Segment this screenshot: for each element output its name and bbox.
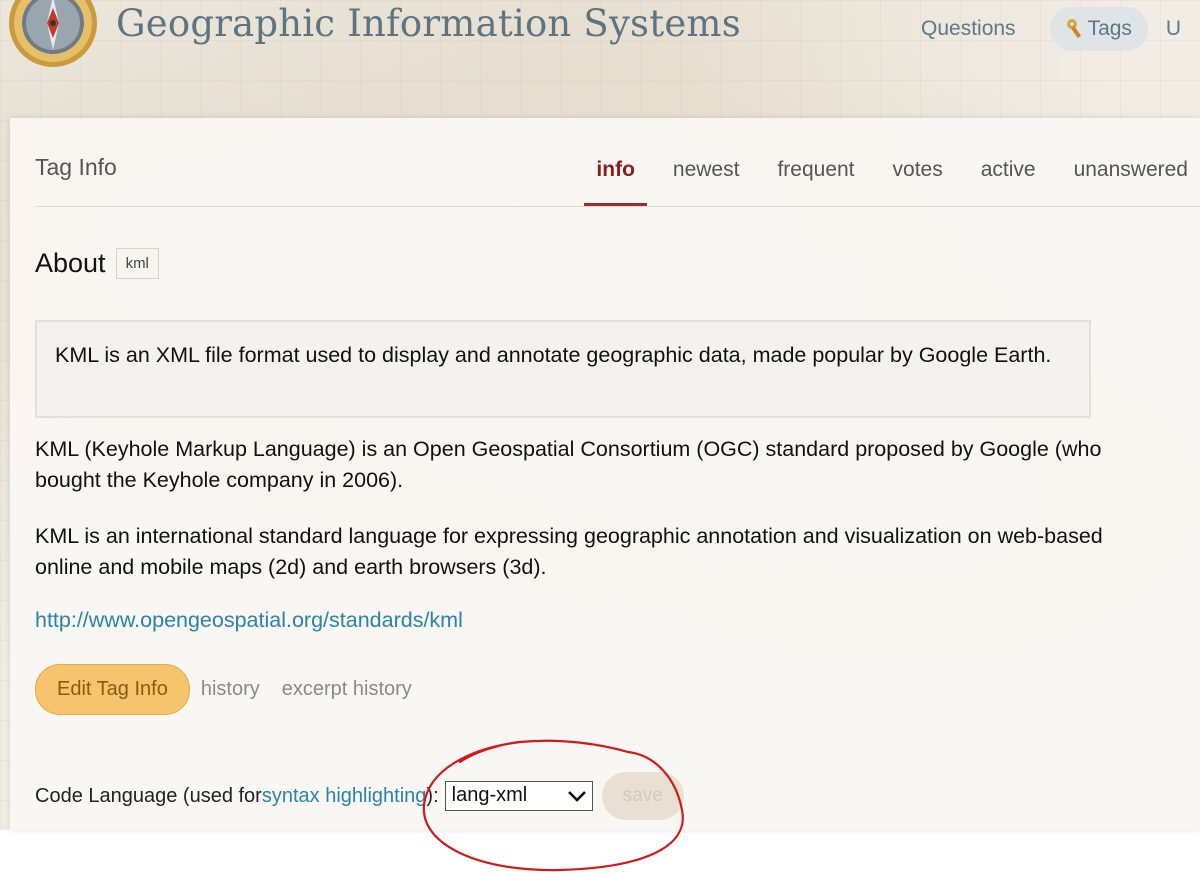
code-language-select[interactable]: lang-xml bbox=[444, 781, 593, 811]
tag-tabs: info newest frequent votes active unansw… bbox=[570, 150, 1200, 206]
page-title: Tag Info bbox=[35, 154, 117, 180]
tag-actions: Edit Tag Info history excerpt history bbox=[35, 664, 412, 715]
kml-standard-link[interactable]: http://www.opengeospatial.org/standards/… bbox=[35, 608, 463, 633]
syntax-highlighting-link[interactable]: syntax highlighting bbox=[262, 785, 427, 808]
tab-unanswered[interactable]: unanswered bbox=[1062, 150, 1200, 198]
edit-tag-info-button[interactable]: Edit Tag Info bbox=[35, 664, 190, 715]
top-navigation: Questions Tags U bbox=[905, 4, 1181, 54]
nav-questions-label: Questions bbox=[921, 17, 1016, 40]
nav-tags-label: Tags bbox=[1087, 17, 1132, 40]
panel-header: Tag Info info newest frequent votes acti… bbox=[35, 118, 1200, 207]
history-link[interactable]: history bbox=[201, 678, 260, 701]
wiki-paragraph: KML (Keyhole Markup Language) is an Open… bbox=[35, 437, 1102, 492]
chevron-down-icon bbox=[567, 791, 586, 802]
page-bottom bbox=[0, 830, 1200, 874]
wiki-paragraph: KML is an international standard languag… bbox=[35, 524, 1103, 579]
tag-excerpt: KML is an XML file format used to displa… bbox=[35, 320, 1091, 418]
nav-users-cut-off[interactable]: U bbox=[1166, 17, 1181, 41]
code-language-selected: lang-xml bbox=[451, 784, 528, 806]
code-language-prefix: Code Language (used for bbox=[35, 784, 262, 807]
tag-info-panel: Tag Info info newest frequent votes acti… bbox=[10, 118, 1200, 830]
tag-icon bbox=[1066, 19, 1081, 39]
tab-frequent[interactable]: frequent bbox=[765, 150, 866, 198]
code-language-row: Code Language (used for syntax highlight… bbox=[35, 772, 684, 820]
nav-tags[interactable]: Tags bbox=[1049, 7, 1148, 51]
about-heading: About kml bbox=[35, 248, 159, 279]
compass-logo-icon[interactable] bbox=[8, 0, 98, 68]
site-title[interactable]: Geographic Information Systems bbox=[116, 2, 741, 45]
tag-chip-kml[interactable]: kml bbox=[115, 248, 159, 279]
tab-votes[interactable]: votes bbox=[881, 150, 955, 198]
save-button[interactable]: save bbox=[601, 772, 684, 820]
code-language-suffix: ): bbox=[426, 784, 439, 807]
tab-info[interactable]: info bbox=[584, 150, 648, 206]
about-label: About bbox=[35, 248, 106, 278]
tab-active[interactable]: active bbox=[969, 150, 1048, 198]
tab-newest[interactable]: newest bbox=[661, 150, 752, 198]
excerpt-history-link[interactable]: excerpt history bbox=[282, 678, 412, 701]
nav-questions[interactable]: Questions bbox=[905, 7, 1032, 51]
